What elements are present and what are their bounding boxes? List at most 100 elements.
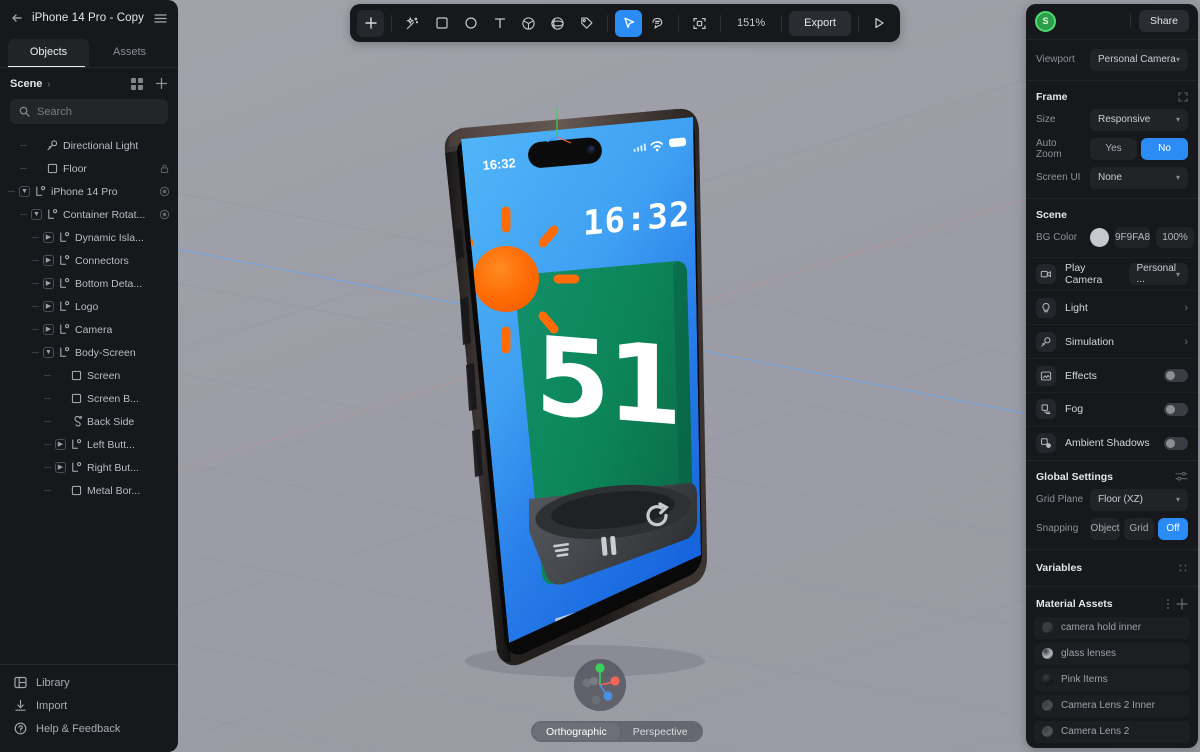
chevron-right-icon[interactable]: ▶ xyxy=(55,462,66,473)
chevron-down-icon[interactable]: ▼ xyxy=(43,347,54,358)
circle-icon[interactable] xyxy=(457,10,484,37)
cube-icon[interactable] xyxy=(515,10,542,37)
hamburger-menu-icon[interactable] xyxy=(153,11,168,26)
tree-item-directional-light[interactable]: Directional Light xyxy=(0,134,178,157)
view-axis-gizmo[interactable] xyxy=(574,659,626,711)
sliders-icon[interactable] xyxy=(1175,471,1188,482)
magic-wand-icon[interactable] xyxy=(399,10,426,37)
effects-toggle[interactable] xyxy=(1164,369,1188,383)
tree-item-body-screen[interactable]: ▼ Body-Screen xyxy=(0,341,178,364)
material-asset-row[interactable]: glass lenses xyxy=(1034,642,1190,665)
chevron-down-icon[interactable]: ▼ xyxy=(31,209,42,220)
cursor-icon[interactable] xyxy=(615,9,642,37)
zoom-level-label[interactable]: 151% xyxy=(728,17,774,29)
share-button[interactable]: Share xyxy=(1138,10,1189,33)
material-assets-list[interactable]: camera hold inner glass lenses Pink Items C… xyxy=(1026,616,1198,748)
snapping-off-button[interactable]: Off xyxy=(1158,517,1188,540)
ambient-shadows-toggle[interactable] xyxy=(1164,436,1188,450)
size-select[interactable]: Responsive ▾ xyxy=(1090,108,1188,131)
tree-item-dynamic-isla[interactable]: ▶ Dynamic Isla... xyxy=(0,226,178,249)
projection-perspective-button[interactable]: Perspective xyxy=(620,723,701,740)
auto-zoom-yes-button[interactable]: Yes xyxy=(1090,137,1137,160)
material-tag-icon[interactable] xyxy=(573,10,600,37)
lock-icon[interactable] xyxy=(159,163,170,174)
tree-item-container-rotat[interactable]: ▼ Container Rotat... xyxy=(0,203,178,226)
tree-item-screen-b[interactable]: Screen B... xyxy=(0,387,178,410)
more-vertical-icon[interactable] xyxy=(1166,598,1170,610)
light-label: Light xyxy=(1065,301,1088,314)
play-camera-select[interactable]: Personal ... ▾ xyxy=(1128,263,1188,286)
visibility-icon[interactable] xyxy=(159,186,170,197)
scene-title: Scene xyxy=(1036,208,1067,221)
tree-item-bottom-deta[interactable]: ▶ Bottom Deta... xyxy=(0,272,178,295)
footer-item-help[interactable]: Help & Feedback xyxy=(0,717,178,740)
chevron-right-icon[interactable]: ▶ xyxy=(43,255,54,266)
viewport-select[interactable]: Personal Camera ▾ xyxy=(1090,48,1188,71)
chevron-right-icon[interactable]: ▶ xyxy=(43,301,54,312)
material-asset-label: Camera Lens 2 xyxy=(1061,726,1130,738)
material-asset-row[interactable]: Camera Lens 2 xyxy=(1034,720,1190,743)
grid-plane-select[interactable]: Floor (XZ) ▾ xyxy=(1090,488,1188,511)
projection-orthographic-button[interactable]: Orthographic xyxy=(533,723,620,740)
play-icon[interactable] xyxy=(866,10,893,37)
search-input[interactable]: Search xyxy=(10,99,168,124)
tree-item-connectors[interactable]: ▶ Connectors xyxy=(0,249,178,272)
bg-color-swatch[interactable] xyxy=(1090,227,1109,247)
square-icon[interactable] xyxy=(428,10,455,37)
object-tree[interactable]: Directional Light Floor ▼ iPhone 14 Pro ▼ Con… xyxy=(0,132,178,654)
visibility-icon[interactable] xyxy=(159,209,170,220)
tree-item-left-butt[interactable]: ▶ Left Butt... xyxy=(0,433,178,456)
tab-objects[interactable]: Objects xyxy=(8,39,89,67)
footer-item-library[interactable]: Library xyxy=(0,671,178,694)
chevron-right-icon[interactable]: ▶ xyxy=(43,278,54,289)
footer-item-import[interactable]: Import xyxy=(0,694,178,717)
fog-toggle[interactable] xyxy=(1164,402,1188,416)
text-icon[interactable] xyxy=(486,10,513,37)
expand-icon[interactable] xyxy=(1178,92,1188,102)
chevron-right-icon[interactable]: ▶ xyxy=(43,232,54,243)
back-arrow-icon[interactable] xyxy=(10,11,24,25)
tree-connector xyxy=(32,306,39,307)
tree-item-logo[interactable]: ▶ Logo xyxy=(0,295,178,318)
chevron-right-icon[interactable]: ▶ xyxy=(43,324,54,335)
bg-opacity-input[interactable]: 100% xyxy=(1156,226,1195,248)
tree-item-back-side[interactable]: Back Side xyxy=(0,410,178,433)
tree-item-iphone-14-pro[interactable]: ▼ iPhone 14 Pro xyxy=(0,180,178,203)
auto-zoom-no-button[interactable]: No xyxy=(1141,137,1188,160)
tree-item-metal-bor[interactable]: Metal Bor... xyxy=(0,479,178,502)
chevron-down-icon[interactable]: ▼ xyxy=(19,186,30,197)
material-asset-row[interactable]: Pink Items xyxy=(1034,668,1190,691)
export-button[interactable]: Export xyxy=(789,10,851,36)
drag-handle-icon[interactable] xyxy=(1178,563,1188,573)
grid-view-icon[interactable] xyxy=(131,77,143,90)
scene-label[interactable]: Scene xyxy=(10,78,42,90)
scene-row-light[interactable]: Light › xyxy=(1026,290,1198,324)
add-object-plus-icon[interactable] xyxy=(155,77,168,90)
snapping-object-button[interactable]: Object xyxy=(1090,517,1120,540)
tab-assets[interactable]: Assets xyxy=(89,39,170,67)
viewport-canvas[interactable]: 16:32 51 16:32 Orthographic Perspective xyxy=(0,0,1200,752)
scene-row-simulation[interactable]: Simulation › xyxy=(1026,324,1198,358)
bg-color-hex-input[interactable]: 9F9FA8 xyxy=(1115,226,1151,248)
tree-item-camera[interactable]: ▶ Camera xyxy=(0,318,178,341)
tree-item-screen[interactable]: Screen xyxy=(0,364,178,387)
scene-row-effects[interactable]: Effects xyxy=(1026,358,1198,392)
avatar[interactable]: S xyxy=(1035,10,1056,32)
tree-item-floor[interactable]: Floor xyxy=(0,157,178,180)
comment-icon[interactable] xyxy=(644,10,671,37)
scene-row-ambient-shadows[interactable]: Ambient Shadows xyxy=(1026,425,1198,460)
add-button[interactable] xyxy=(357,9,384,37)
sphere-icon[interactable] xyxy=(544,10,571,37)
chevron-right-icon[interactable]: ▶ xyxy=(55,439,66,450)
snapping-grid-button[interactable]: Grid xyxy=(1124,517,1154,540)
scene-row-play-camera[interactable]: Play Camera Personal ... ▾ xyxy=(1026,256,1198,291)
tree-item-right-but[interactable]: ▶ Right But... xyxy=(0,456,178,479)
fit-frame-icon[interactable] xyxy=(686,10,713,37)
add-material-plus-icon[interactable] xyxy=(1176,597,1188,610)
material-asset-row[interactable]: Camera Lens 2 Inner xyxy=(1034,694,1190,717)
material-asset-row[interactable]: camera hold inner xyxy=(1034,616,1190,639)
phone-3d-model[interactable]: 16:32 51 16:32 xyxy=(405,85,735,685)
scene-row-fog[interactable]: Fog xyxy=(1026,391,1198,426)
projection-toggle[interactable]: Orthographic Perspective xyxy=(531,721,703,742)
screen-ui-select[interactable]: None ▾ xyxy=(1090,166,1188,189)
